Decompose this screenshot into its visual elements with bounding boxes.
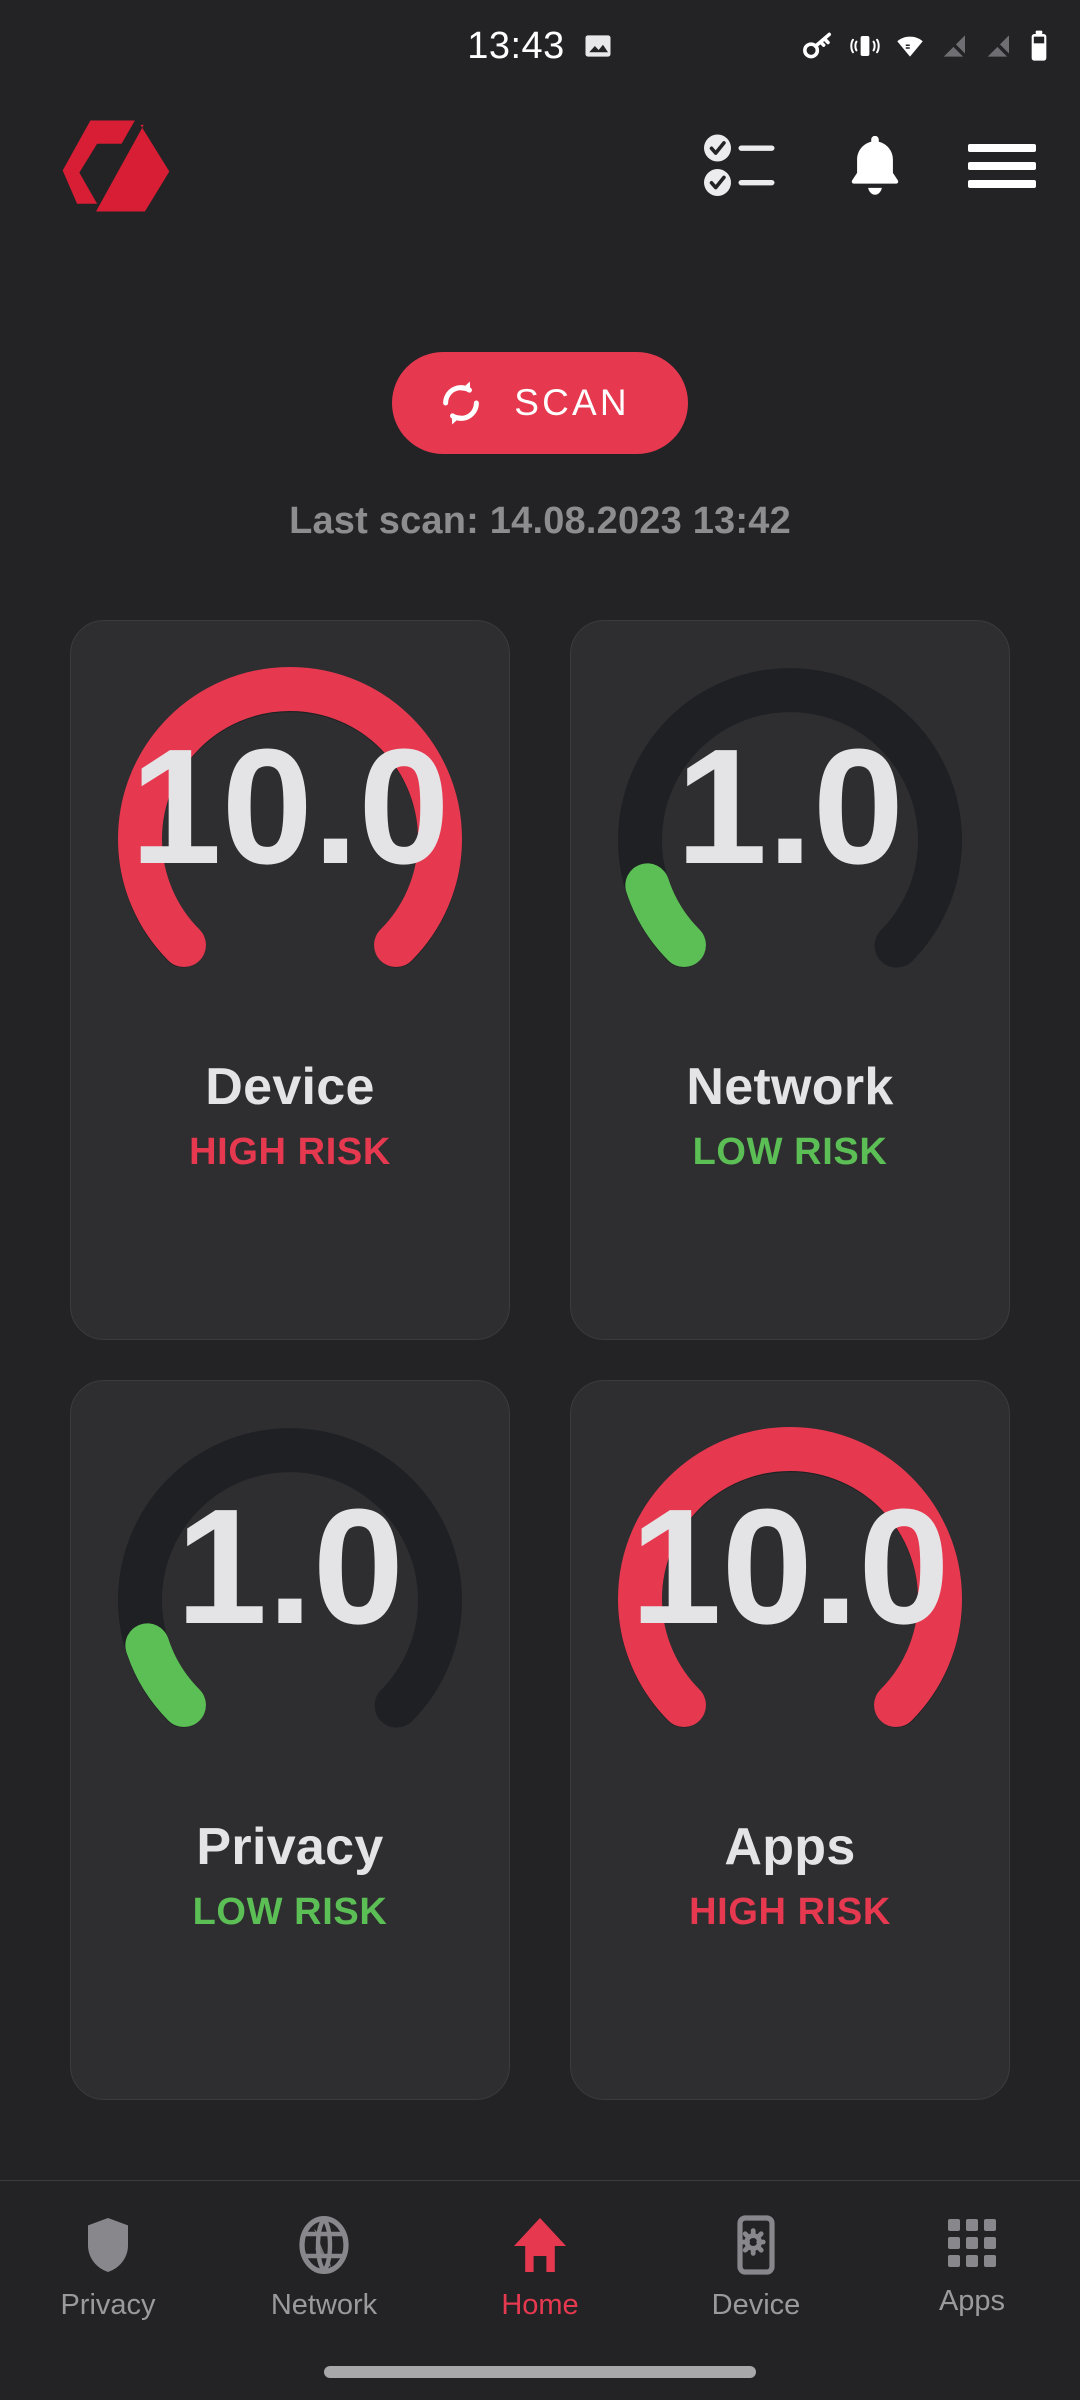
card-risk-privacy: LOW RISK — [192, 1891, 388, 1933]
card-title-privacy: Privacy — [196, 1818, 384, 1876]
nav-label-home: Home — [501, 2289, 579, 2321]
nav-label-privacy: Privacy — [60, 2289, 156, 2321]
signal-off-sim2-icon — [987, 34, 1012, 59]
card-title-apps: Apps — [724, 1818, 856, 1876]
phone-gear-icon — [737, 2215, 775, 2275]
app-logo-icon[interactable] — [60, 116, 172, 216]
nav-item-apps[interactable]: Apps — [864, 2215, 1080, 2318]
risk-card-apps[interactable]: 10.0 Apps HIGH RISK — [570, 1380, 1010, 2100]
signal-off-sim1-icon — [943, 34, 968, 59]
hamburger-menu-icon[interactable] — [968, 140, 1036, 192]
gauge-apps: 10.0 — [618, 1427, 962, 1728]
wifi-icon — [897, 36, 923, 57]
last-scan-text: Last scan: 14.08.2023 13:42 — [289, 500, 791, 542]
gesture-bar — [324, 2366, 756, 2378]
vibrate-icon — [850, 36, 880, 56]
gauge-value-device: 10.0 — [130, 715, 449, 898]
gauge-value-privacy: 1.0 — [176, 1475, 404, 1658]
nav-label-network: Network — [270, 2289, 378, 2321]
nav-label-device: Device — [711, 2289, 801, 2321]
gauge-device: 10.0 — [118, 667, 462, 968]
home-icon — [514, 2218, 566, 2272]
status-bar-right — [802, 30, 1050, 62]
refresh-sync-icon — [443, 381, 480, 425]
card-title-device: Device — [205, 1058, 375, 1116]
card-risk-device: HIGH RISK — [189, 1131, 391, 1173]
image-icon — [585, 35, 611, 57]
app-screen: 13:43 SCAN Last scan: 14.08.2023 13:42 1… — [0, 0, 1080, 2400]
gauge-value-apps: 10.0 — [630, 1475, 949, 1658]
vpn-key-icon — [803, 32, 831, 59]
checklist-icon[interactable] — [704, 131, 782, 201]
card-risk-network: LOW RISK — [692, 1131, 888, 1173]
scan-button[interactable]: SCAN — [392, 352, 688, 454]
globe-icon — [299, 2216, 349, 2274]
gauge-privacy: 1.0 — [118, 1428, 462, 1728]
card-title-network: Network — [686, 1058, 894, 1116]
header-actions — [704, 131, 1036, 201]
scan-section: SCAN — [0, 352, 1080, 454]
battery-icon — [1031, 30, 1047, 61]
app-header — [0, 96, 1080, 236]
risk-card-privacy[interactable]: 1.0 Privacy LOW RISK — [70, 1380, 510, 2100]
nav-item-device[interactable]: Device — [648, 2215, 864, 2322]
bottom-navigation: Privacy Network Home Device Apps — [0, 2180, 1080, 2400]
status-bar-clock: 13:43 — [467, 24, 565, 67]
status-bar: 13:43 — [0, 0, 1080, 92]
scan-button-label: SCAN — [514, 382, 630, 423]
nav-item-network[interactable]: Network — [216, 2215, 432, 2322]
risk-card-device[interactable]: 10.0 Device HIGH RISK — [70, 620, 510, 1340]
nav-item-privacy[interactable]: Privacy — [0, 2215, 216, 2322]
nav-label-apps: Apps — [938, 2285, 1006, 2317]
card-risk-apps: HIGH RISK — [689, 1891, 891, 1933]
shield-icon — [88, 2218, 128, 2272]
gauge-value-network: 1.0 — [676, 715, 904, 898]
risk-card-network[interactable]: 1.0 Network LOW RISK — [570, 620, 1010, 1340]
bell-icon[interactable] — [844, 133, 906, 199]
gauge-network: 1.0 — [618, 668, 962, 968]
nav-item-home[interactable]: Home — [432, 2215, 648, 2322]
risk-cards-grid: 10.0 Device HIGH RISK 1.0 Network LOW RI… — [70, 620, 1010, 2100]
grid-apps-icon — [948, 2219, 996, 2267]
